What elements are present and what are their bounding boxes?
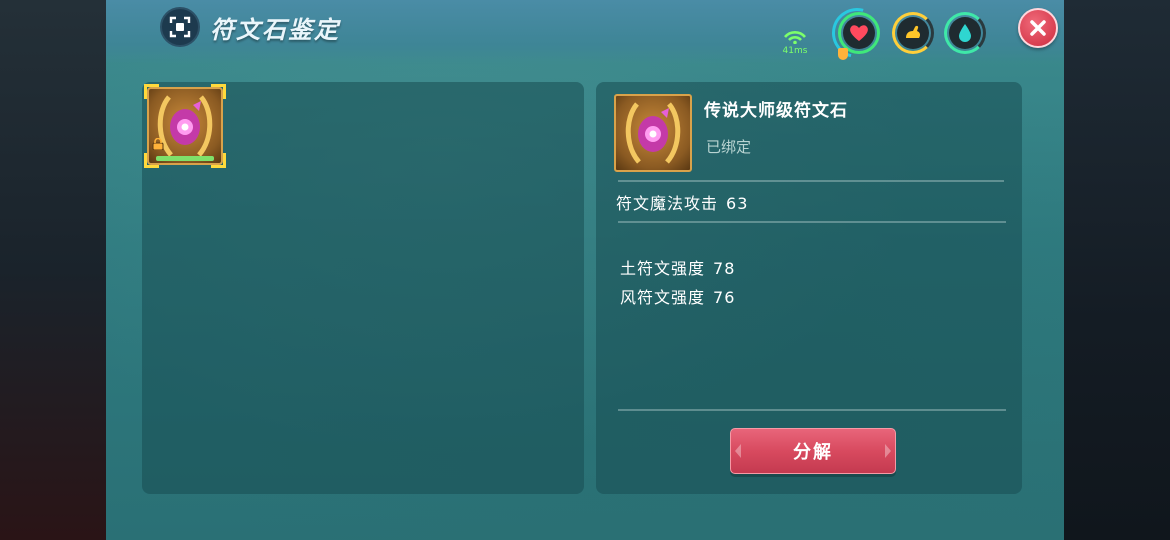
divider: [618, 180, 1004, 182]
lock-icon: [152, 138, 164, 150]
binding-status: 已绑定: [706, 138, 752, 156]
button-arrow-left: [735, 444, 741, 458]
stat-value: 76: [713, 288, 736, 307]
item-progress-fill: [156, 156, 214, 161]
secondary-stat: 土符文强度 78: [620, 255, 735, 279]
stamina-gauge[interactable]: [892, 12, 934, 54]
item-detail-panel: 传说大师级符文石 已绑定 符文魔法攻击 63 土符文强度 78 风符文强度 76 分解: [596, 82, 1022, 494]
stat-value: 63: [726, 194, 749, 213]
scene-right-edge: [1064, 0, 1170, 540]
rune-identify-window: 符文石鉴定 41ms 传说大师级符文石 已绑定 符文魔法攻击 63 土符文强度 …: [106, 0, 1064, 540]
legendary-rune-stone-icon: [157, 95, 213, 157]
page-title: 符文石鉴定: [210, 15, 340, 44]
decompose-button[interactable]: 分解: [730, 428, 896, 474]
secondary-stat: 风符文强度 76: [620, 284, 735, 308]
close-button[interactable]: [1018, 8, 1058, 48]
divider: [618, 409, 1006, 411]
divider: [618, 221, 1006, 223]
stat-label: 符文魔法攻击: [616, 194, 719, 213]
selection-corner: [211, 84, 226, 99]
network-signal: 41ms: [780, 28, 810, 56]
button-arrow-right: [885, 444, 891, 458]
shield-badge-icon: [838, 48, 848, 60]
decompose-button-label: 分解: [793, 442, 833, 463]
detail-item-icon: [614, 94, 692, 172]
ping-text: 41ms: [782, 46, 808, 56]
arm-icon: [906, 25, 921, 38]
stat-value: 78: [713, 259, 736, 278]
scan-frame-icon: [160, 7, 200, 47]
inventory-slot-selected[interactable]: [144, 84, 226, 168]
stat-label: 风符文强度: [620, 288, 706, 307]
selection-corner: [144, 84, 159, 99]
primary-stat: 符文魔法攻击 63: [616, 190, 748, 214]
health-gauge-arc: [822, 0, 892, 68]
title-bar: 符文石鉴定: [160, 7, 340, 47]
scene-left-edge: [0, 0, 106, 540]
water-drop-icon: [959, 24, 971, 42]
water-gauge[interactable]: [944, 12, 986, 54]
item-progress-bar: [156, 156, 214, 161]
item-name: 传说大师级符文石: [704, 101, 848, 121]
close-icon: [1030, 20, 1046, 36]
wifi-signal-icon: [784, 31, 806, 45]
legendary-rune-stone-icon: [625, 102, 681, 164]
stat-label: 土符文强度: [620, 259, 706, 278]
